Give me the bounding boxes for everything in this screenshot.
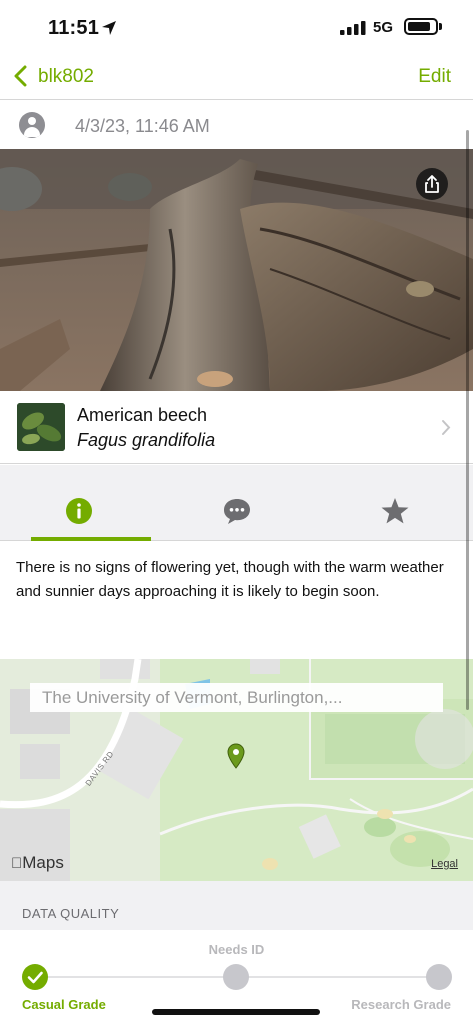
- needs-id-dot: [223, 964, 249, 990]
- info-icon: [65, 498, 92, 524]
- checkmark-icon: [27, 971, 43, 984]
- star-icon: [381, 498, 408, 524]
- taxon-scientific-name: Fagus grandifolia: [77, 430, 216, 450]
- photo-image: [0, 149, 473, 391]
- taxon-thumbnail: [17, 403, 65, 451]
- observation-photo[interactable]: [0, 149, 473, 391]
- taxon-row[interactable]: American beech Fagus grandifolia: [0, 391, 473, 464]
- observation-description: There is no signs of flowering yet, thou…: [0, 541, 473, 659]
- chat-bubble-icon: [223, 499, 250, 524]
- battery-icon: [404, 18, 438, 35]
- apple-logo-icon: : [11, 855, 22, 872]
- user-avatar-icon: [19, 112, 45, 138]
- taxon-common-name: American beech: [77, 405, 208, 425]
- tab-comments[interactable]: [158, 465, 315, 541]
- apple-maps-logo: Maps: [11, 853, 64, 873]
- network-type: 5G: [373, 19, 394, 36]
- legal-link[interactable]: Legal: [431, 858, 458, 870]
- cellular-signal-icon: [340, 21, 366, 35]
- research-grade-label: Research Grade: [351, 997, 451, 1012]
- observation-date: 4/3/23, 11:46 AM: [75, 116, 210, 136]
- edit-button[interactable]: Edit: [418, 66, 451, 88]
- tab-favorites[interactable]: [316, 465, 473, 541]
- maps-logo-text: Maps: [11, 853, 64, 872]
- map-pin-icon: [227, 743, 245, 769]
- back-button[interactable]: blk802: [38, 66, 94, 88]
- detail-tab-bar: [0, 465, 473, 541]
- battery-level: [408, 22, 430, 31]
- casual-grade-label: Casual Grade: [22, 997, 106, 1012]
- scrollbar[interactable]: [466, 130, 469, 710]
- navigation-bar: blk802 Edit: [0, 54, 473, 100]
- casual-grade-dot: [22, 964, 48, 990]
- share-button[interactable]: [416, 168, 448, 200]
- map-location-text: The University of Vermont, Burlington,..…: [30, 683, 443, 712]
- research-grade-dot: [426, 964, 452, 990]
- tab-info[interactable]: [0, 465, 157, 541]
- location-arrow-icon: [102, 21, 116, 35]
- location-map[interactable]: DAVIS RD The University of Vermont, Burl…: [0, 659, 473, 881]
- home-indicator[interactable]: [152, 1009, 320, 1015]
- status-time: 11:51: [48, 17, 100, 39]
- needs-id-label: Needs ID: [208, 942, 265, 957]
- chevron-right-icon: [442, 420, 451, 435]
- observer-row[interactable]: 4/3/23, 11:46 AM: [0, 101, 473, 149]
- battery-nub: [439, 23, 442, 30]
- data-quality-header: DATA QUALITY: [0, 881, 473, 930]
- share-icon: [425, 175, 439, 193]
- data-quality-title: DATA QUALITY: [22, 906, 120, 921]
- chevron-left-icon[interactable]: [13, 65, 29, 87]
- status-bar: 11:51 5G: [0, 0, 473, 54]
